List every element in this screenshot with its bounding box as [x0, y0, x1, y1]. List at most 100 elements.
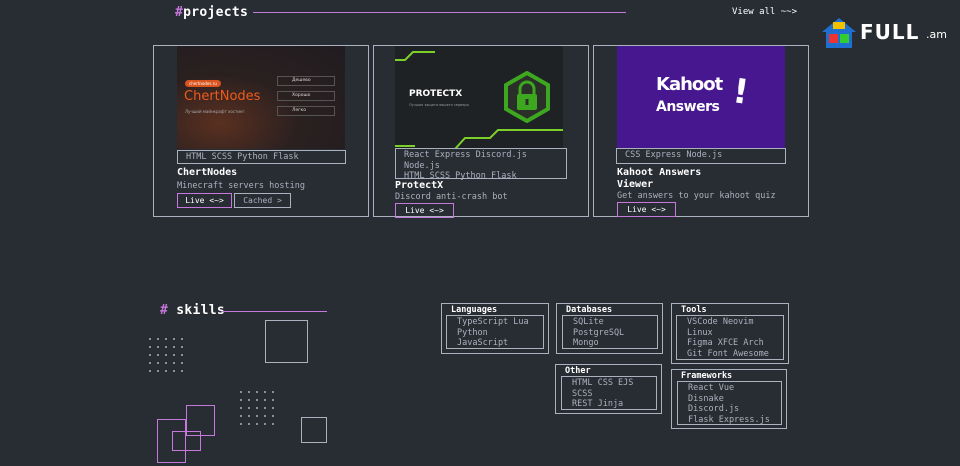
skill-item: Linux [687, 327, 713, 338]
protectx-logo: PROTECTX [409, 89, 463, 99]
chertnodes-badge: chertnodes.ru [185, 80, 221, 87]
skill-item: Figma XFCE Arch [687, 338, 764, 349]
watermark-house-icon [822, 18, 856, 48]
protectx-tags: React Express Discord.js Node.js HTML SC… [395, 148, 567, 181]
dot [264, 407, 266, 409]
chertnodes-logo: ChertNodes [184, 89, 261, 104]
kahoot-description: Get answers to your kahoot quiz [617, 191, 776, 201]
dot [264, 415, 266, 417]
dot [240, 407, 242, 409]
dot [248, 399, 250, 401]
logo-outline-decoration [172, 431, 201, 451]
dot [264, 423, 266, 425]
chertnodes-cached-button[interactable]: Cached > [234, 193, 291, 208]
dot-grid-decoration [240, 391, 274, 425]
protectx-title: ProtectX [395, 180, 444, 191]
projects-heading: #projects [175, 5, 248, 20]
skill-item: Discord.js [688, 404, 740, 415]
dot [157, 362, 159, 364]
dot [157, 354, 159, 356]
skills-divider [222, 311, 327, 312]
kahoot-thumbnail: Kahoot Answers ! [617, 46, 785, 149]
chertnodes-thumbnail: chertnodes.ru ChertNodes Лучший майнкраф… [177, 46, 345, 149]
skills-heading: # skills [160, 303, 225, 318]
dot [173, 354, 175, 356]
dot [149, 354, 151, 356]
skill-item: Disnake [688, 393, 724, 404]
dot [149, 346, 151, 348]
protectx-tagline: Лучшая защита вашего сервера [409, 103, 469, 107]
chertnodes-live-button[interactable]: Live <~> [177, 193, 232, 208]
dot [149, 370, 151, 372]
dot [173, 362, 175, 364]
dot [173, 370, 175, 372]
skill-item: PostgreSQL [573, 327, 625, 338]
kahoot-title-line: Kahoot Answers [617, 167, 702, 178]
dot [256, 391, 258, 393]
kahoot-title: Kahoot Answers Viewer [617, 167, 701, 191]
dot [264, 399, 266, 401]
watermark: FULL .am [820, 16, 960, 52]
skill-item: TypeScript Lua [457, 317, 529, 327]
dot [272, 423, 274, 425]
dot [264, 391, 266, 393]
dot [181, 338, 183, 340]
skill-item: JavaScript [457, 338, 509, 349]
hash-symbol: # [160, 303, 169, 318]
skill-group-frameworks: Frameworks React Vue Disnake Discord.js … [671, 369, 787, 429]
protectx-tags-line: Node.js [404, 160, 440, 171]
view-all-label: View all ~~> [732, 7, 798, 17]
dot [165, 346, 167, 348]
lock-icon [504, 71, 550, 123]
skill-group-tools: Tools VSCode Neovim Linux Figma XFCE Arc… [671, 303, 789, 364]
protectx-description: Discord anti-crash bot [395, 192, 508, 202]
kahoot-live-button[interactable]: Live <~> [617, 202, 676, 217]
dot [256, 415, 258, 417]
skill-item: REST Jinja [572, 399, 624, 410]
dot [240, 399, 242, 401]
dot [248, 407, 250, 409]
dot [256, 399, 258, 401]
dot-grid-decoration [149, 338, 183, 372]
skill-item: HTML CSS EJS [572, 378, 634, 388]
dot [272, 415, 274, 417]
skill-item: SQLite [573, 317, 604, 327]
dot [181, 362, 183, 364]
dot [165, 370, 167, 372]
dot [157, 370, 159, 372]
skill-item: React Vue [688, 383, 735, 393]
protectx-thumbnail: PROTECTX Лучшая защита вашего сервера [395, 46, 563, 149]
kahoot-exclamation-icon: ! [730, 71, 752, 113]
square-outline-decoration [265, 320, 308, 363]
dot [149, 362, 151, 364]
kahoot-title-line: Viewer [617, 179, 654, 190]
skill-group-list: SQLite PostgreSQL Mongo [562, 315, 658, 349]
watermark-suffix: .am [926, 28, 947, 41]
dot [240, 423, 242, 425]
protectx-live-button[interactable]: Live <~> [395, 203, 454, 218]
skill-group-languages: Languages TypeScript Lua Python JavaScri… [441, 303, 549, 354]
chertnodes-menu-item: Хорошо [277, 91, 335, 101]
dot [165, 362, 167, 364]
dot [181, 346, 183, 348]
skill-item: Git Font Awesome [687, 348, 769, 359]
square-outline-decoration [301, 417, 327, 443]
view-all-link[interactable]: View all ~~> [732, 7, 797, 17]
skills-title: skills [176, 303, 226, 318]
dot [272, 407, 274, 409]
dot [165, 354, 167, 356]
projects-divider [253, 12, 626, 13]
dot [248, 415, 250, 417]
dot [272, 391, 274, 393]
dot [256, 423, 258, 425]
skill-item: Python [457, 327, 488, 338]
dot [149, 338, 151, 340]
skill-item: Mongo [573, 338, 599, 349]
skill-item: SCSS [572, 388, 593, 399]
kahoot-logo-line1: Kahoot [656, 74, 723, 95]
chertnodes-menu-item: Дешево [277, 76, 335, 86]
skill-item: VSCode Neovim [687, 317, 754, 327]
dot [165, 338, 167, 340]
skill-group-list: VSCode Neovim Linux Figma XFCE Arch Git … [676, 315, 784, 360]
dot [181, 354, 183, 356]
